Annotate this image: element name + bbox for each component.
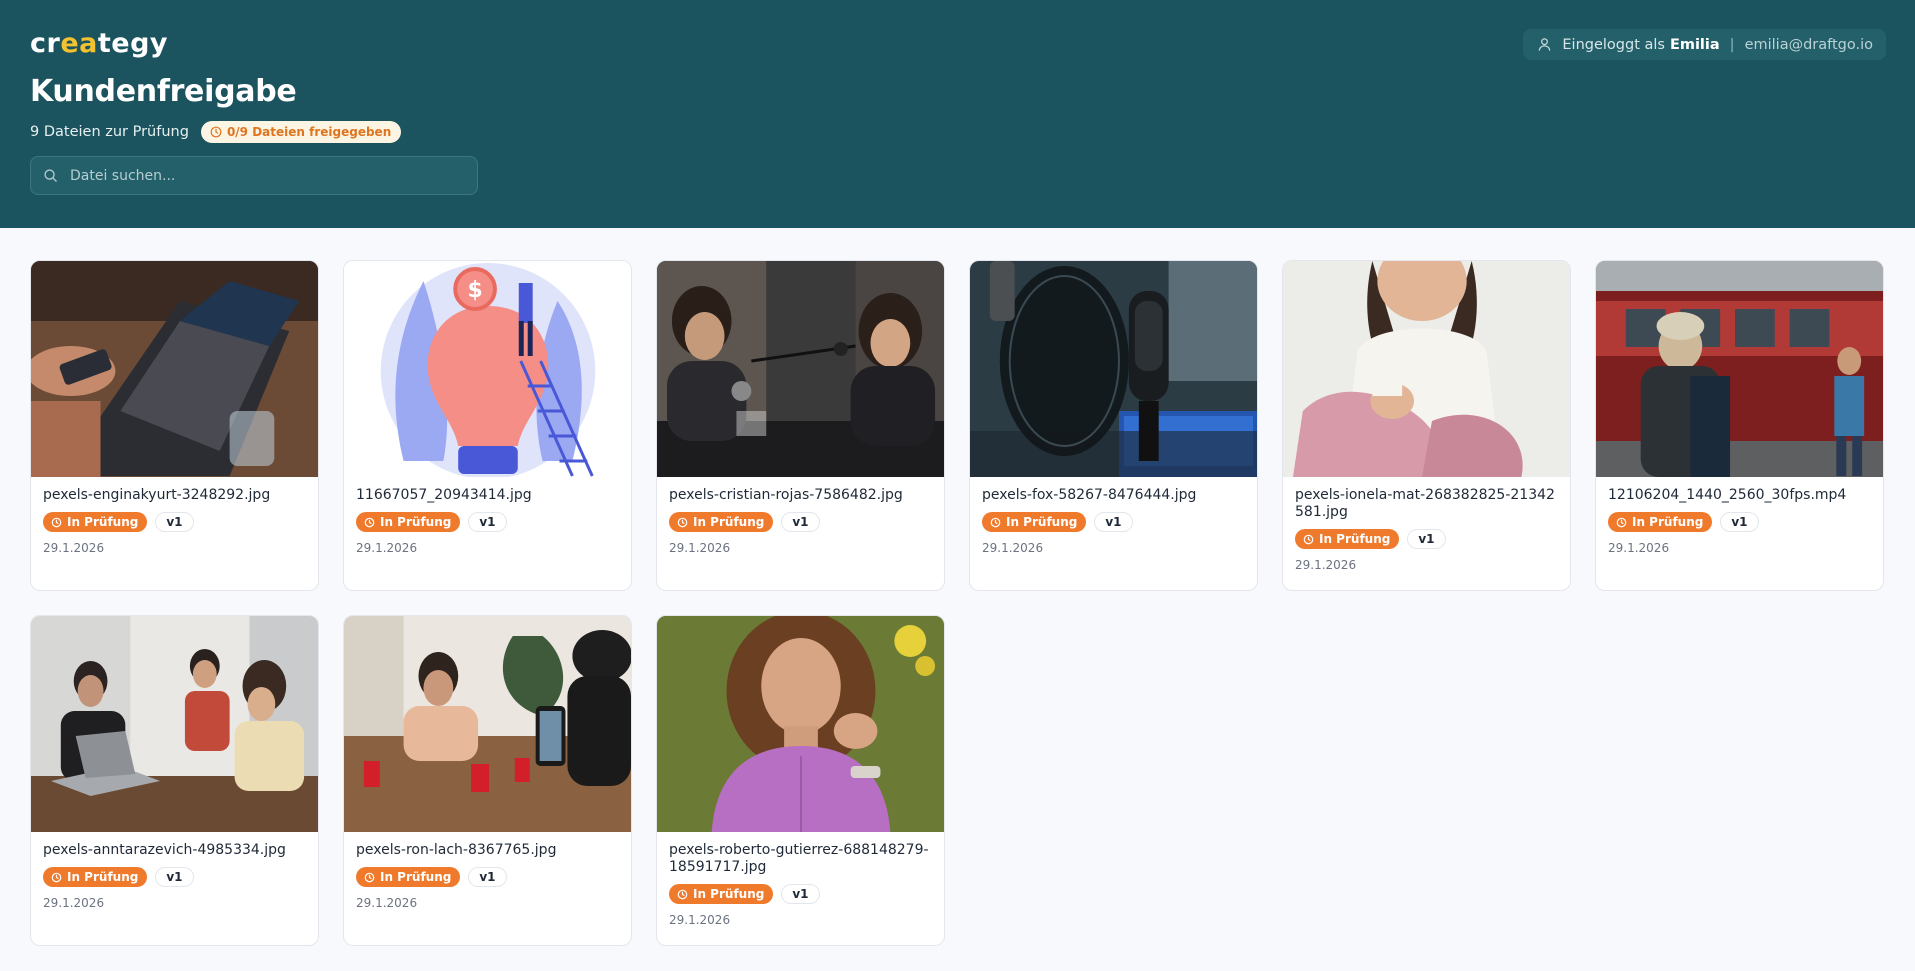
version-badge: v1: [1407, 529, 1446, 549]
file-name: pexels-cristian-rojas-7586482.jpg: [669, 487, 903, 503]
approved-badge: 0/9 Dateien freigegeben: [200, 121, 402, 143]
file-name: pexels-roberto-gutierrez-688148279-18591…: [669, 842, 929, 875]
clock-icon: [364, 517, 375, 527]
laptop-phone-photo-thumbnail[interactable]: [31, 261, 318, 477]
status-badge: In Prüfung: [669, 512, 774, 532]
podcast-women-photo-thumbnail[interactable]: [657, 261, 944, 477]
version-badge: v1: [781, 884, 820, 904]
file-card[interactable]: pexels-roberto-gutierrez-688148279-18591…: [656, 615, 945, 946]
version-badge: v1: [155, 867, 194, 887]
status-badge: In Prüfung: [982, 512, 1087, 532]
file-card[interactable]: $ 11667057_20943414.jpg In Prüfung v1 29…: [343, 260, 632, 591]
user-email: emilia@draftgo.io: [1744, 36, 1873, 53]
header: cr ea tegy Eingeloggt als Emilia | emilia@…: [0, 0, 1915, 228]
file-card[interactable]: pexels-anntarazevich-4985334.jpg In Prüf…: [30, 615, 319, 946]
file-name: pexels-anntarazevich-4985334.jpg: [43, 842, 286, 858]
file-card[interactable]: 12106204_1440_2560_30fps.mp4 In Prüfung …: [1595, 260, 1884, 591]
user-info[interactable]: Eingeloggt als Emilia | emilia@draftgo.i…: [1523, 29, 1886, 60]
tram-street-video-thumbnail[interactable]: [1596, 261, 1883, 477]
clock-icon: [1303, 534, 1314, 544]
cups-game-photo-thumbnail[interactable]: [344, 616, 631, 832]
status-badge: In Prüfung: [356, 512, 461, 532]
clock-icon: [364, 872, 375, 882]
file-date: 29.1.2026: [43, 541, 105, 555]
status-label: In Prüfung: [380, 515, 452, 529]
file-name: pexels-ron-lach-8367765.jpg: [356, 842, 557, 858]
clock-icon: [51, 517, 62, 527]
file-date: 29.1.2026: [43, 896, 105, 910]
status-badge: In Prüfung: [43, 512, 148, 532]
microphone-photo-thumbnail[interactable]: [970, 261, 1257, 477]
user-name: Emilia: [1669, 36, 1720, 53]
file-card[interactable]: pexels-cristian-rojas-7586482.jpg In Prü…: [656, 260, 945, 591]
version-badge: v1: [1094, 512, 1133, 532]
status-badge: In Prüfung: [1608, 512, 1713, 532]
clock-icon: [677, 889, 688, 899]
version-badge: v1: [468, 867, 507, 887]
clock-icon: [677, 517, 688, 527]
file-name: 12106204_1440_2560_30fps.mp4: [1608, 487, 1847, 503]
file-name: pexels-ionela-mat-268382825-21342581.jpg: [1295, 487, 1555, 520]
file-date: 29.1.2026: [1608, 541, 1670, 555]
version-badge: v1: [1720, 512, 1759, 532]
status-badge: In Prüfung: [356, 867, 461, 887]
version-badge: v1: [155, 512, 194, 532]
page-title: Kundenfreigabe: [30, 74, 297, 109]
curly-hair-portrait-photo-thumbnail[interactable]: [657, 616, 944, 832]
office-team-photo-thumbnail[interactable]: [31, 616, 318, 832]
clock-icon: [990, 517, 1001, 527]
status-label: In Prüfung: [693, 515, 765, 529]
file-date: 29.1.2026: [1295, 558, 1357, 572]
clock-icon: [210, 126, 222, 138]
status-label: In Prüfung: [380, 870, 452, 884]
clock-icon: [1616, 517, 1627, 527]
file-date: 29.1.2026: [356, 896, 418, 910]
file-date: 29.1.2026: [982, 541, 1044, 555]
file-count: 9 Dateien zur Prüfung: [30, 124, 189, 140]
logged-in-label: Eingeloggt als: [1562, 36, 1665, 53]
status-badge: In Prüfung: [1295, 529, 1400, 549]
lightbulb-illustration-thumbnail[interactable]: $: [344, 261, 631, 477]
file-name: pexels-fox-58267-8476444.jpg: [982, 487, 1197, 503]
file-card[interactable]: pexels-ron-lach-8367765.jpg In Prüfung v…: [343, 615, 632, 946]
version-badge: v1: [468, 512, 507, 532]
status-label: In Prüfung: [67, 515, 139, 529]
file-card[interactable]: pexels-enginakyurt-3248292.jpg In Prüfun…: [30, 260, 319, 591]
search-input[interactable]: [70, 167, 465, 184]
file-date: 29.1.2026: [356, 541, 418, 555]
search-field[interactable]: [30, 156, 478, 195]
file-grid: pexels-enginakyurt-3248292.jpg In Prüfun…: [0, 228, 1915, 946]
status-label: In Prüfung: [693, 887, 765, 901]
summary-row: 9 Dateien zur Prüfung 0/9 Dateien freige…: [30, 121, 1885, 143]
file-date: 29.1.2026: [669, 541, 731, 555]
search-icon: [44, 169, 57, 182]
version-badge: v1: [781, 512, 820, 532]
file-card[interactable]: pexels-ionela-mat-268382825-21342581.jpg…: [1282, 260, 1571, 591]
svg-text:$: $: [467, 278, 482, 303]
approved-badge-label: 0/9 Dateien freigegeben: [226, 125, 392, 139]
file-name: pexels-enginakyurt-3248292.jpg: [43, 487, 271, 503]
status-badge: In Prüfung: [43, 867, 148, 887]
separator: |: [1729, 36, 1735, 53]
status-label: In Prüfung: [67, 870, 139, 884]
file-name: 11667057_20943414.jpg: [356, 487, 532, 503]
status-label: In Prüfung: [1632, 515, 1704, 529]
status-label: In Prüfung: [1319, 532, 1391, 546]
sitting-woman-photo-thumbnail[interactable]: [1283, 261, 1570, 477]
status-badge: In Prüfung: [669, 884, 774, 904]
file-card[interactable]: pexels-fox-58267-8476444.jpg In Prüfung …: [969, 260, 1258, 591]
file-date: 29.1.2026: [669, 913, 731, 927]
clock-icon: [51, 872, 62, 882]
status-label: In Prüfung: [1006, 515, 1078, 529]
user-icon: [1539, 38, 1551, 51]
